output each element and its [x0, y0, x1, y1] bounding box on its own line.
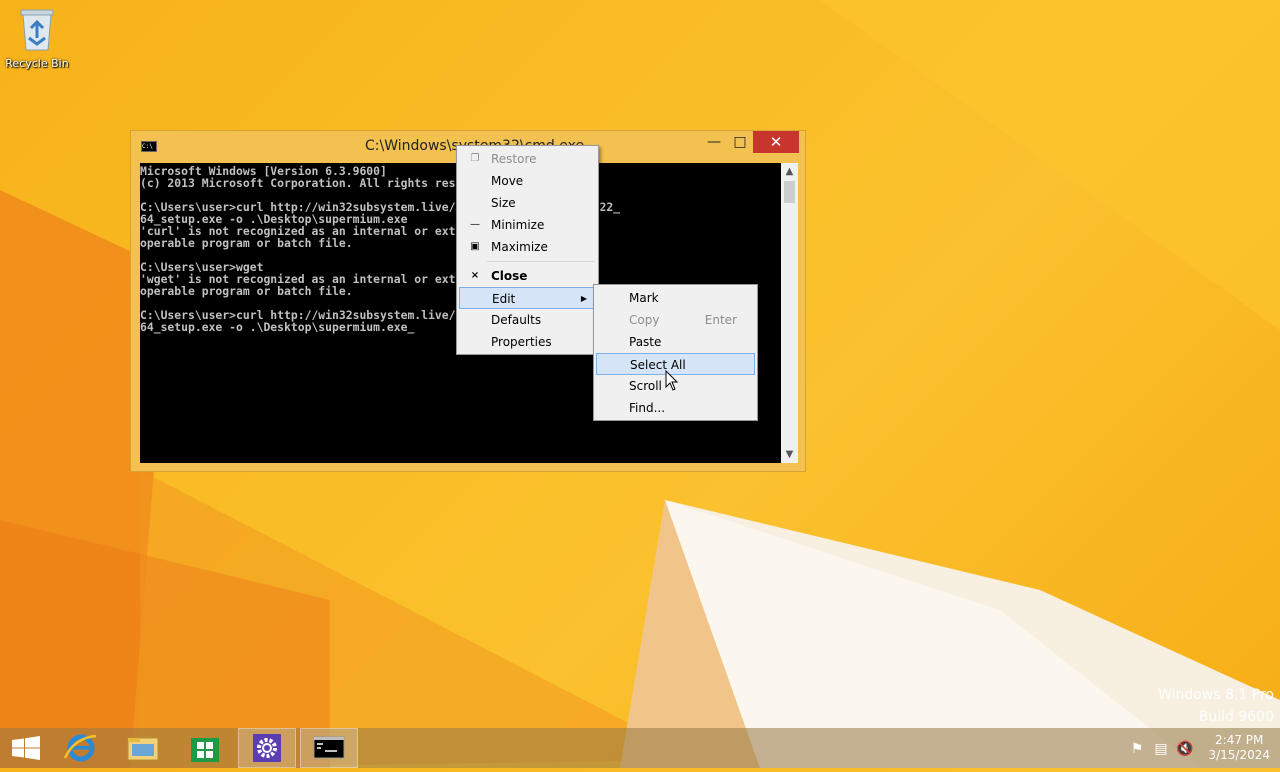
internet-explorer-icon — [63, 734, 97, 762]
command-prompt-icon[interactable]: C:\ — [141, 141, 157, 152]
menu-item-maximize[interactable]: ▣ Maximize — [459, 236, 596, 258]
menu-item-label: Copy — [629, 313, 660, 327]
maximize-button[interactable]: □ — [727, 131, 753, 153]
taskbar: ⚑ ▤ 🔇 2:47 PM 3/15/2024 — [0, 728, 1280, 768]
menu-item-label: Paste — [629, 335, 662, 349]
menu-item-label: Close — [491, 269, 528, 283]
menu-item-label: Minimize — [491, 218, 545, 232]
copy-shortcut: Enter — [704, 313, 737, 327]
menu-item-paste[interactable]: Paste — [596, 331, 755, 353]
menu-item-label: Maximize — [491, 240, 548, 254]
menu-item-label: Mark — [629, 291, 659, 305]
scroll-up-icon[interactable]: ▲ — [781, 163, 798, 180]
close-icon: ✕ — [769, 133, 783, 151]
recycle-bin-icon — [20, 9, 54, 51]
taskbar-settings[interactable] — [238, 728, 296, 768]
recycle-bin-label: Recycle Bin — [5, 57, 69, 70]
taskbar-store[interactable] — [176, 728, 234, 768]
file-explorer-icon — [127, 737, 159, 761]
menu-item-label: Edit — [492, 292, 516, 306]
menu-item-move[interactable]: Move — [459, 170, 596, 192]
recycle-bin-desktop-icon[interactable]: Recycle Bin — [4, 6, 70, 70]
menu-separator — [487, 261, 595, 262]
submenu-arrow-icon: ▶ — [580, 294, 587, 303]
clock-date: 3/15/2024 — [1208, 748, 1270, 762]
start-icon — [12, 736, 40, 760]
minimize-icon: — — [470, 219, 480, 230]
taskbar-internet-explorer[interactable] — [52, 728, 110, 768]
flag-icon[interactable]: ⚑ — [1128, 740, 1146, 758]
menu-item-label: Properties — [491, 335, 552, 349]
watermark-edition: Windows 8.1 Pro — [1158, 687, 1274, 703]
menu-item-find[interactable]: Find... — [596, 397, 755, 419]
menu-item-properties[interactable]: Properties — [459, 331, 596, 353]
scroll-down-icon[interactable]: ▼ — [781, 446, 798, 463]
clock-time: 2:47 PM — [1215, 733, 1264, 747]
menu-item-label: Restore — [491, 152, 537, 166]
menu-item-edit[interactable]: Edit ▶ — [459, 287, 596, 309]
taskbar-file-explorer[interactable] — [114, 728, 172, 768]
scroll-thumb[interactable] — [784, 181, 795, 203]
system-menu: ❐ Restore Move Size — Minimize ▣ Maximiz… — [456, 145, 599, 355]
menu-item-label: Size — [491, 196, 516, 210]
mouse-cursor-icon — [665, 370, 679, 391]
vertical-scrollbar[interactable]: ▲ ▼ — [781, 163, 798, 463]
menu-item-copy[interactable]: Copy Enter — [596, 309, 755, 331]
start-button[interactable] — [0, 728, 58, 768]
menu-item-close[interactable]: × Close — [459, 265, 596, 287]
volume-muted-icon[interactable]: 🔇 — [1176, 740, 1194, 758]
menu-item-minimize[interactable]: — Minimize — [459, 214, 596, 236]
menu-item-label: Find... — [629, 401, 666, 415]
menu-item-defaults[interactable]: Defaults — [459, 309, 596, 331]
minimize-button[interactable]: — — [701, 131, 727, 153]
close-button[interactable]: ✕ — [753, 131, 799, 153]
minimize-icon: — — [707, 134, 721, 150]
restore-icon: ❐ — [470, 153, 480, 164]
maximize-icon: □ — [733, 134, 747, 150]
network-icon[interactable]: ▤ — [1152, 740, 1170, 758]
menu-item-label: Scroll — [629, 379, 662, 393]
settings-icon — [253, 734, 281, 762]
menu-item-label: Defaults — [491, 313, 542, 327]
menu-item-mark[interactable]: Mark — [596, 287, 755, 309]
edit-submenu: Mark Copy Enter Paste Select All Scroll … — [593, 284, 758, 421]
menu-item-size[interactable]: Size — [459, 192, 596, 214]
command-prompt-icon — [313, 736, 345, 759]
watermark-build: Build 9600 — [1198, 709, 1274, 725]
menu-item-label: Move — [491, 174, 524, 188]
menu-item-restore[interactable]: ❐ Restore — [459, 148, 596, 170]
clock[interactable]: 2:47 PM 3/15/2024 — [1208, 733, 1270, 763]
store-icon — [191, 738, 219, 762]
close-icon: × — [470, 270, 480, 281]
maximize-icon: ▣ — [470, 241, 480, 252]
windows-watermark: Windows 8.1 Pro Build 9600 — [1158, 684, 1274, 728]
taskbar-command-prompt[interactable] — [300, 728, 358, 768]
